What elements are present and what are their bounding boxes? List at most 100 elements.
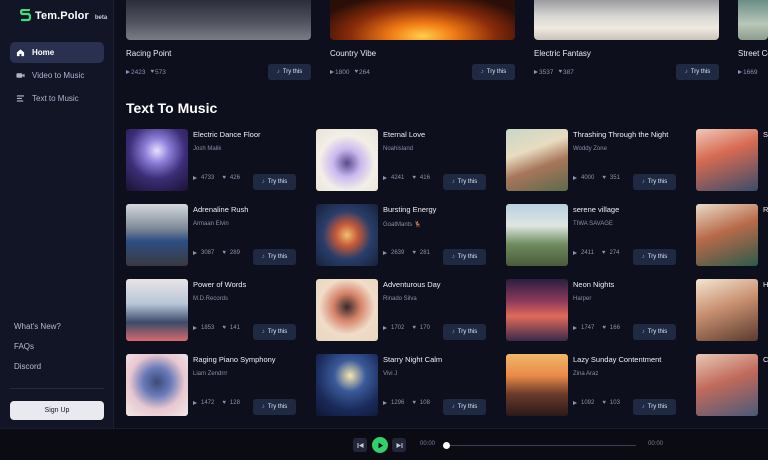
song-title[interactable]: Raging Piano Symphony (193, 355, 276, 364)
song-artist[interactable]: TIWA SAVAGE (573, 221, 613, 227)
song-card[interactable]: Neon Nights Harper 1747 ♥ 166 ♪ Try this (506, 279, 686, 341)
song-thumbnail[interactable] (506, 354, 568, 416)
song-title[interactable]: Lazy Sunday Contentment (573, 355, 661, 364)
song-thumbnail[interactable] (696, 354, 758, 416)
song-thumbnail[interactable] (126, 354, 188, 416)
sidebar-item-text-to-music[interactable]: Text to Music (10, 88, 104, 109)
song-thumbnail[interactable] (316, 129, 378, 191)
song-card[interactable]: S (696, 129, 768, 191)
song-title[interactable]: Neon Nights (573, 280, 614, 289)
try-this-button[interactable]: ♪ Try this (633, 324, 676, 340)
song-artist[interactable]: Woddy Zone (573, 146, 607, 152)
featured-card[interactable]: Racing Point 2423 ♥ 573 ♪ Try this (126, 0, 311, 80)
song-card[interactable]: Raging Piano Symphony Liam Zendrrr 1472 ♥… (126, 354, 306, 416)
song-title[interactable]: serene village (573, 205, 619, 214)
sidebar-item-home[interactable]: Home (10, 42, 104, 63)
featured-title[interactable]: Racing Point (126, 49, 311, 58)
try-this-button[interactable]: ♪ Try this (253, 399, 296, 415)
featured-thumbnail[interactable] (534, 0, 719, 40)
song-thumbnail[interactable] (506, 129, 568, 191)
featured-card[interactable]: Country Vibe 1800 ♥ 264 ♪ Try this (330, 0, 515, 80)
try-this-button[interactable]: ♪ Try this (443, 174, 486, 190)
song-card[interactable]: Adrenaline Rush Armaan Elvin 3087 ♥ 289 ♪ T… (126, 204, 306, 266)
song-title[interactable]: Adventurous Day (383, 280, 441, 289)
song-card[interactable]: H (696, 279, 768, 341)
song-card[interactable]: Thrashing Through the Night Woddy Zone 4… (506, 129, 686, 191)
song-thumbnail[interactable] (126, 279, 188, 341)
song-title[interactable]: C (763, 355, 768, 364)
song-card[interactable]: Power of Words M.D.Records 1853 ♥ 141 ♪ Try… (126, 279, 306, 341)
try-this-button[interactable]: ♪ Try this (443, 399, 486, 415)
song-artist[interactable]: Liam Zendrrr (193, 371, 227, 377)
song-title[interactable]: Adrenaline Rush (193, 205, 248, 214)
featured-thumbnail[interactable] (330, 0, 515, 40)
featured-card[interactable]: Electric Fantasy 3537 ♥ 387 ♪ Try this (534, 0, 719, 80)
song-artist[interactable]: Noahisland (383, 146, 413, 152)
featured-title[interactable]: Electric Fantasy (534, 49, 719, 58)
featured-thumbnail[interactable] (126, 0, 311, 40)
try-this-button[interactable]: ♪ Try this (443, 324, 486, 340)
try-this-button[interactable]: ♪ Try this (253, 174, 296, 190)
song-title[interactable]: Power of Words (193, 280, 246, 289)
try-this-button[interactable]: ♪ Try this (633, 399, 676, 415)
song-card[interactable]: Bursting Energy GoatMants 🦌 2639 ♥ 281 ♪ Tr… (316, 204, 496, 266)
try-this-button[interactable]: ♪ Try this (472, 64, 515, 80)
faqs-link[interactable]: FAQs (14, 342, 61, 362)
progress-track[interactable] (446, 445, 636, 446)
song-artist[interactable]: Rinado Silva (383, 296, 417, 302)
song-card[interactable]: R (696, 204, 768, 266)
featured-title[interactable]: Street Co (738, 49, 768, 58)
song-title[interactable]: Electric Dance Floor (193, 130, 261, 139)
song-thumbnail[interactable] (126, 204, 188, 266)
song-artist[interactable]: Zina Araz (573, 371, 598, 377)
try-this-button[interactable]: ♪ Try this (268, 64, 311, 80)
try-this-button[interactable]: ♪ Try this (633, 174, 676, 190)
song-card[interactable]: Starry Night Calm Vivi J 1296 ♥ 108 ♪ Try t… (316, 354, 496, 416)
featured-thumbnail[interactable] (738, 0, 768, 40)
song-title[interactable]: H (763, 280, 768, 289)
featured-title[interactable]: Country Vibe (330, 49, 515, 58)
next-button[interactable] (392, 438, 406, 452)
discord-link[interactable]: Discord (14, 362, 61, 382)
song-thumbnail[interactable] (696, 204, 758, 266)
song-title[interactable]: S (763, 130, 768, 139)
song-title[interactable]: Thrashing Through the Night (573, 130, 668, 139)
try-this-button[interactable]: ♪ Try this (443, 249, 486, 265)
song-thumbnail[interactable] (696, 129, 758, 191)
play-button[interactable] (372, 437, 388, 453)
logo[interactable]: Tem.Polor beta (20, 9, 107, 22)
song-thumbnail[interactable] (696, 279, 758, 341)
whats-new-link[interactable]: What's New? (14, 322, 61, 342)
song-card[interactable]: Eternal Love Noahisland 4241 ♥ 416 ♪ Try th… (316, 129, 496, 191)
song-title[interactable]: Bursting Energy (383, 205, 436, 214)
previous-button[interactable] (353, 438, 367, 452)
song-artist[interactable]: GoatMants 🦌 (383, 221, 421, 228)
song-thumbnail[interactable] (506, 204, 568, 266)
song-card[interactable]: Electric Dance Floor Josh Malik 4733 ♥ 426… (126, 129, 306, 191)
song-card[interactable]: Lazy Sunday Contentment Zina Araz 1092 ♥ 1… (506, 354, 686, 416)
song-title[interactable]: Eternal Love (383, 130, 425, 139)
song-thumbnail[interactable] (316, 204, 378, 266)
song-title[interactable]: Starry Night Calm (383, 355, 442, 364)
song-thumbnail[interactable] (506, 279, 568, 341)
featured-card[interactable]: Street Co 1669 (738, 0, 768, 76)
song-artist[interactable]: Vivi J (383, 371, 397, 377)
song-thumbnail[interactable] (126, 129, 188, 191)
song-thumbnail[interactable] (316, 279, 378, 341)
song-artist[interactable]: Josh Malik (193, 146, 221, 152)
song-thumbnail[interactable] (316, 354, 378, 416)
song-title[interactable]: R (763, 205, 768, 214)
sidebar-item-video-to-music[interactable]: Video to Music (10, 65, 104, 86)
song-artist[interactable]: Harper (573, 296, 591, 302)
try-this-button[interactable]: ♪ Try this (253, 324, 296, 340)
progress-handle[interactable] (443, 442, 450, 449)
song-card[interactable]: serene village TIWA SAVAGE 2411 ♥ 274 ♪ Try… (506, 204, 686, 266)
try-this-button[interactable]: ♪ Try this (633, 249, 676, 265)
song-card[interactable]: Adventurous Day Rinado Silva 1702 ♥ 170 ♪ T… (316, 279, 496, 341)
song-artist[interactable]: Armaan Elvin (193, 221, 229, 227)
song-card[interactable]: C (696, 354, 768, 416)
try-this-button[interactable]: ♪ Try this (253, 249, 296, 265)
sign-up-button[interactable]: Sign Up (10, 401, 104, 420)
try-this-button[interactable]: ♪ Try this (676, 64, 719, 80)
song-artist[interactable]: M.D.Records (193, 296, 228, 302)
